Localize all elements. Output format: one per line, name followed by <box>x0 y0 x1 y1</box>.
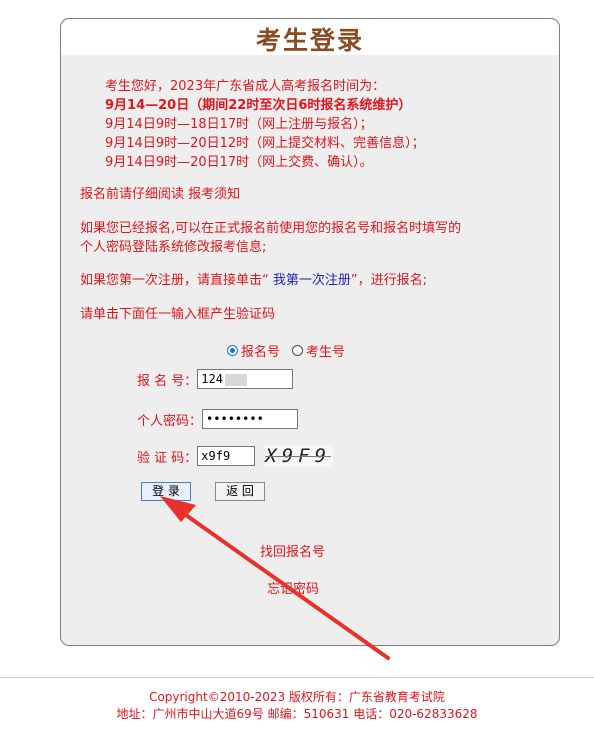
reg-no-input[interactable]: 124 <box>197 369 294 389</box>
captcha-row: 验 证 码： x9f9 X9F9 <box>137 445 334 467</box>
forgot-password-link[interactable]: 忘记密码 <box>267 578 319 597</box>
footer-copyright: Copyright©2010-2023 版权所有：广东省教育考试院 <box>149 690 445 704</box>
first-registration-link[interactable]: 我第一次注册 <box>273 273 351 288</box>
already-registered-text: 如果您已经报名,可以在正式报名前使用您的报名号和报名时填写的 个人密码登陆系统修… <box>80 221 462 255</box>
exam-notice-link[interactable]: 报考须知 <box>188 187 240 202</box>
password-input[interactable]: •••••••• <box>202 409 299 429</box>
retrieve-reg-no-link[interactable]: 找回报名号 <box>260 541 325 560</box>
reg-no-label: 报 名 号： <box>137 373 198 389</box>
captcha-input[interactable]: x9f9 <box>197 446 256 466</box>
registration-notice: 考生您好，2023年广东省成人高考报名时间为： 9月14—20日（期间22时至次… <box>105 77 425 172</box>
first-time-text: 如果您第一次注册，请直接单击“ 我第一次注册”，进行报名; <box>80 273 428 288</box>
panel-header: 考生登录 <box>61 19 559 55</box>
login-button[interactable]: 登 录 <box>141 482 191 501</box>
captcha-label: 验 证 码： <box>137 450 198 466</box>
page-title: 考生登录 <box>255 26 364 55</box>
notice-line-1: 9月14日9时—18日17时（网上注册与报名）； <box>105 117 373 132</box>
password-row: 个人密码： •••••••• <box>137 409 299 429</box>
footer-address: 地址：广州市中山大道69号 邮编：510631 电话：020-62833628 <box>116 707 478 721</box>
login-type-radio-group: 报名号 考生号 <box>227 341 357 360</box>
radio-candidate-no[interactable]: 考生号 <box>292 341 345 360</box>
captcha-image[interactable]: X9F9 <box>265 445 334 467</box>
reg-no-row: 报 名 号： 124 <box>137 369 294 389</box>
notice-line-2: 9月14日9时—20日12时（网上提交材料、完善信息）； <box>105 136 425 151</box>
notice-highlight: 9月14—20日（期间22时至次日6时报名系统维护） <box>105 98 412 113</box>
radio-reg-no-indicator[interactable] <box>227 345 238 356</box>
radio-candidate-no-indicator[interactable] <box>292 345 304 356</box>
captcha-hint: 请单击下面任一输入框产生验证码 <box>80 307 276 322</box>
notice-line-3: 9月14日9时—20日17时（网上交费、确认）。 <box>105 155 373 170</box>
footer-divider <box>0 677 594 678</box>
notice-intro: 考生您好，2023年广东省成人高考报名时间为： <box>105 79 386 94</box>
back-button[interactable]: 返 回 <box>215 482 265 501</box>
password-label: 个人密码： <box>137 413 203 429</box>
login-panel: 考生登录 考生您好，2023年广东省成人高考报名时间为： 9月14—20日（期间… <box>60 18 560 646</box>
redacted-blur <box>224 373 247 386</box>
read-notice-text: 报名前请仔细阅读 报考须知 <box>80 187 241 202</box>
radio-reg-no[interactable]: 报名号 <box>227 341 280 360</box>
